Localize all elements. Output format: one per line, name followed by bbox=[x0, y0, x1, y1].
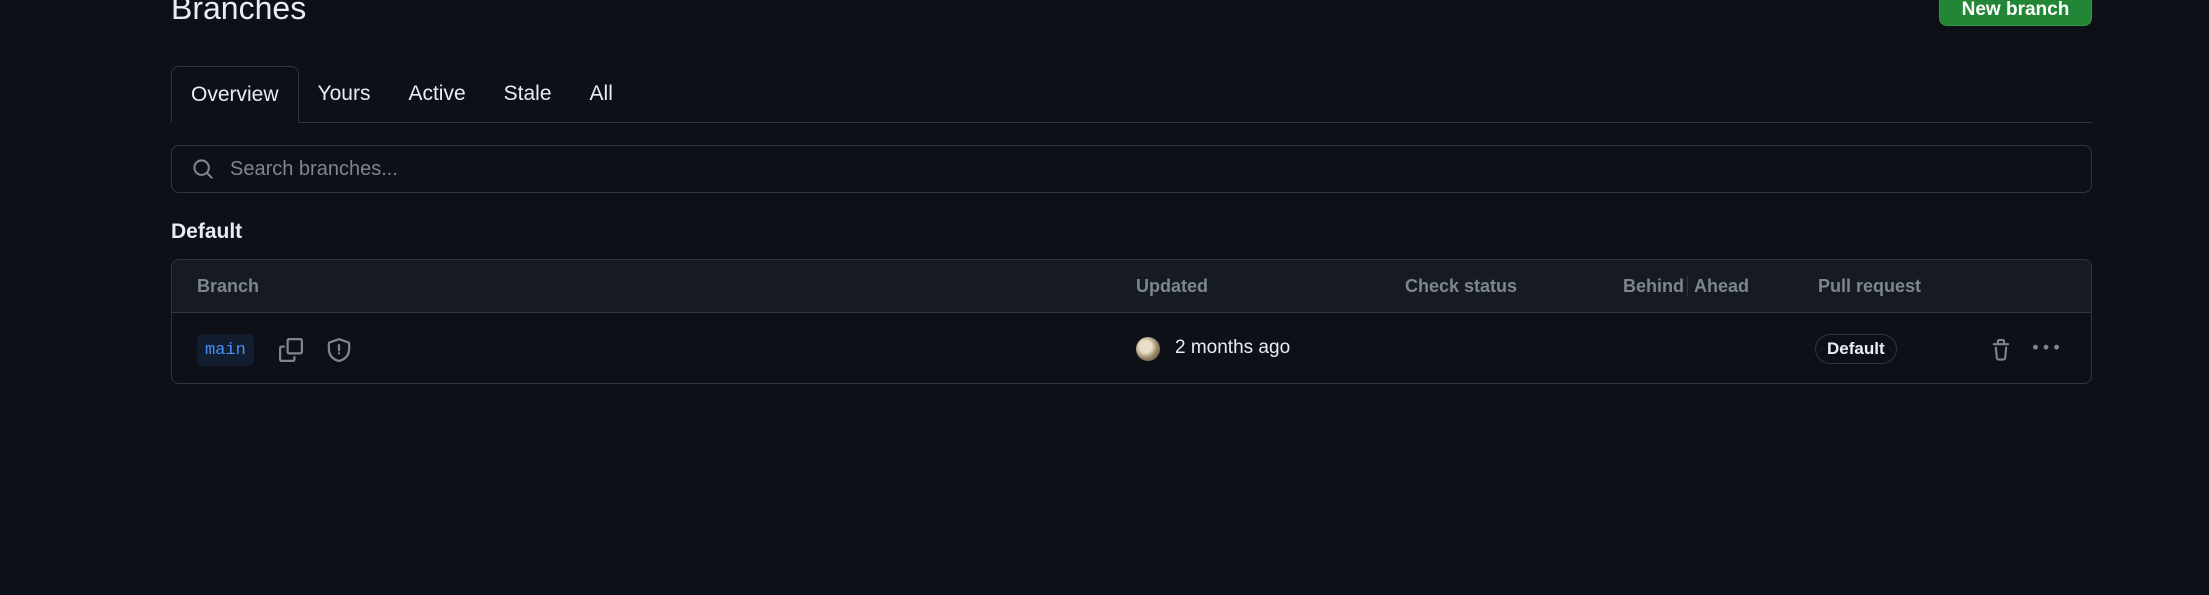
shield-icon[interactable] bbox=[324, 335, 354, 365]
search-box bbox=[171, 145, 2092, 193]
branch-name-link[interactable]: main bbox=[197, 334, 254, 366]
column-behind: Behind bbox=[1623, 276, 1684, 296]
tab-active[interactable]: Active bbox=[389, 66, 484, 122]
table-header: Branch Updated Check status Behind Ahead… bbox=[172, 260, 2091, 313]
copy-icon[interactable] bbox=[276, 335, 306, 365]
search-icon bbox=[193, 159, 213, 179]
new-branch-button[interactable]: New branch bbox=[1939, 0, 2092, 26]
search-input[interactable] bbox=[228, 145, 2091, 193]
page-title: Branches bbox=[171, 0, 307, 26]
branches-table: Branch Updated Check status Behind Ahead… bbox=[171, 259, 2092, 384]
branch-tabs: Overview Yours Active Stale All bbox=[171, 66, 2092, 123]
tab-overview[interactable]: Overview bbox=[171, 66, 299, 123]
default-badge: Default bbox=[1815, 334, 1897, 364]
kebab-icon[interactable] bbox=[2029, 333, 2063, 363]
column-check-status: Check status bbox=[1405, 276, 1518, 296]
tab-yours[interactable]: Yours bbox=[299, 66, 390, 122]
section-title: Default bbox=[171, 220, 243, 243]
tab-all[interactable]: All bbox=[571, 66, 632, 122]
column-updated: Updated bbox=[1136, 276, 1208, 296]
trash-icon[interactable] bbox=[1986, 335, 2016, 365]
behind-ahead-divider bbox=[1687, 276, 1688, 296]
tab-stale[interactable]: Stale bbox=[485, 66, 571, 122]
table-row: main 2 months ago Default bbox=[172, 313, 2091, 383]
column-pull-request: Pull request bbox=[1818, 276, 1922, 296]
column-ahead: Ahead bbox=[1694, 276, 1750, 296]
avatar[interactable] bbox=[1136, 337, 1160, 361]
column-branch: Branch bbox=[197, 276, 260, 296]
updated-time: 2 months ago bbox=[1175, 337, 1291, 358]
